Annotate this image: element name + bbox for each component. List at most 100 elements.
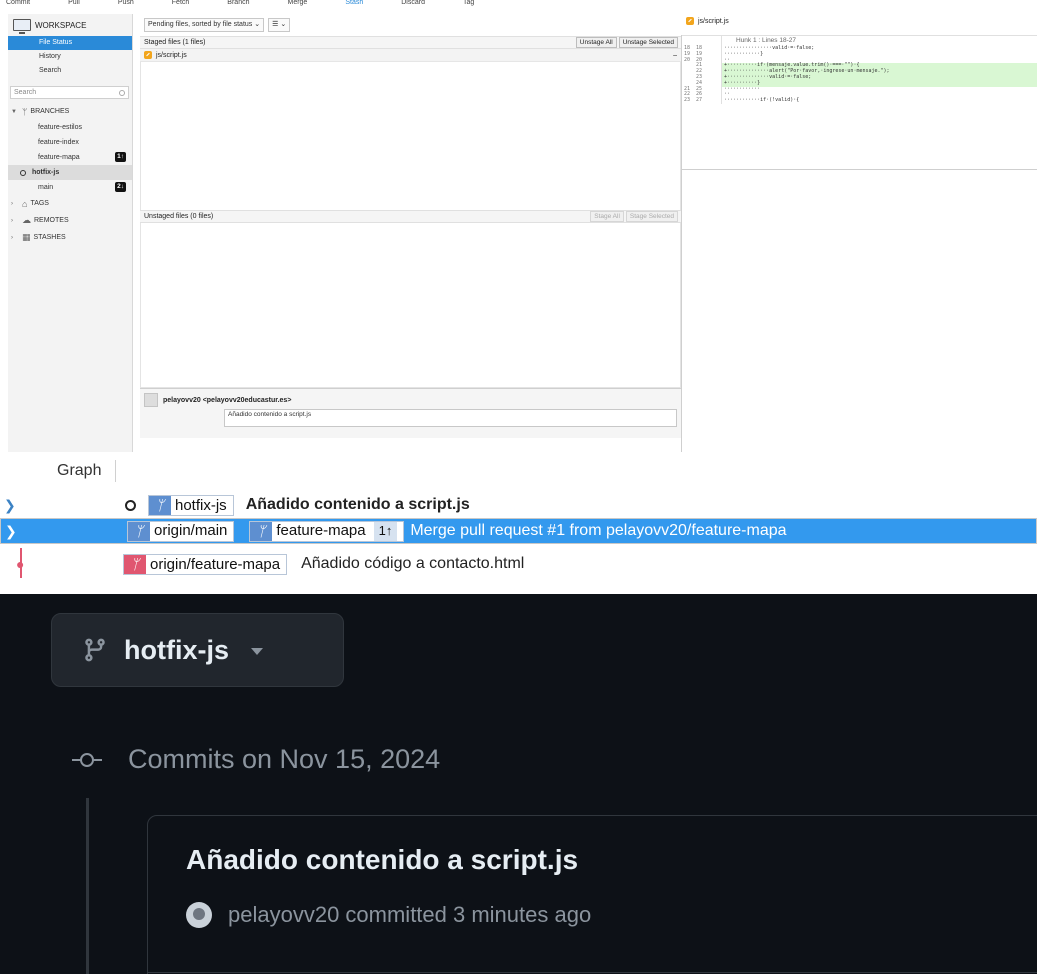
gutter [706, 98, 722, 104]
stage-all-button[interactable]: Stage All [590, 211, 624, 222]
unstaged-list[interactable] [140, 223, 681, 388]
staged-title: Staged files (1 files) [144, 39, 206, 46]
chevron-right-icon: › [11, 200, 13, 207]
github-commits-page: hotfix-js Commits on Nov 15, 2024 Añadid… [0, 594, 1037, 974]
branch-name: hotfix-js [124, 634, 229, 665]
graph-edge [20, 548, 22, 578]
sidebar-item-history[interactable]: History [8, 50, 132, 64]
ref-name: origin/feature-mapa [150, 555, 281, 573]
commit-message-input[interactable]: Añadido contenido a script.js [224, 409, 677, 427]
stashes-label: STASHES [33, 234, 66, 241]
branch-selector-button[interactable]: hotfix-js [51, 613, 344, 687]
new-line-number: 27 [696, 97, 703, 104]
toolbar-pull[interactable]: Pull [68, 0, 80, 10]
toolbar-commit[interactable]: Commit [6, 0, 30, 10]
branch-icon: ᛘ [124, 554, 146, 574]
collapse-button[interactable]: – [673, 52, 677, 59]
branch-item-hotfix-js[interactable]: hotfix-js [8, 165, 132, 180]
unstage-all-button[interactable]: Unstage All [575, 37, 617, 48]
staged-file-row[interactable]: js/script.js – [140, 49, 681, 62]
divider [148, 972, 1037, 973]
commit-meta-text: pelayovv20 committed 3 minutes ago [228, 902, 592, 927]
commit-author: pelayovv20 <pelayovv20educastur.es> [144, 393, 677, 407]
stage-selected-button[interactable]: Stage Selected [625, 211, 678, 222]
stashes-group[interactable]: › ▦ STASHES [8, 229, 132, 246]
toolbar: Commit Pull Push Fetch Branch Merge Stas… [0, 0, 1037, 10]
branches-group[interactable]: ▼ ᛘ BRANCHES [8, 103, 132, 120]
sidebar-item-file-status[interactable]: File Status [8, 36, 132, 50]
commits-date-header: Commits on Nov 15, 2024 [72, 744, 440, 775]
old-line-number: 23 [684, 97, 691, 104]
branch-name: feature-index [38, 139, 79, 146]
branch-item-feature-index[interactable]: feature-index [8, 135, 132, 150]
sidebar-item-search[interactable]: Search [8, 64, 132, 78]
unstaged-title: Unstaged files (0 files) [144, 213, 214, 220]
toolbar-tag[interactable]: Tag [463, 0, 474, 10]
cloud-icon: ☁ [22, 215, 31, 225]
staged-file-name: js/script.js [156, 51, 187, 59]
diff-line-context[interactable]: 23 27 ············if·(!valid)·{ [682, 97, 1037, 104]
remotes-group[interactable]: › ☁ REMOTES [8, 212, 132, 229]
branch-item-feature-estilos[interactable]: feature-estilos [8, 120, 132, 135]
unstage-selected-button[interactable]: Unstage Selected [618, 37, 678, 48]
view-mode-select[interactable]: ☰ ⌄ [268, 18, 291, 32]
toolbar-push[interactable]: Push [118, 0, 134, 10]
ahead-badge: 1↑ [115, 152, 126, 162]
avatar [144, 393, 158, 407]
toolbar-discard[interactable]: Discard [401, 0, 425, 10]
commits-date: Commits on Nov 15, 2024 [128, 744, 441, 774]
toolbar-stash[interactable]: Stash [345, 0, 363, 10]
staged-header: Staged files (1 files) Unstage All Unsta… [140, 36, 681, 49]
staged-list[interactable] [140, 62, 681, 210]
sidebar-search-input[interactable]: Search [10, 86, 129, 99]
diff-panel: js/script.js Hunk 1 : Lines 18-27 18 18 ··… [681, 17, 1037, 452]
ref-badge-feature-mapa[interactable]: ᛘ feature-mapa 1↑ [249, 520, 405, 542]
commit-message: Añadido contenido a script.js [245, 496, 470, 513]
file-filter-select[interactable]: Pending files, sorted by file status ⌄ [144, 18, 265, 32]
graph-row-1[interactable]: ❯ ᛘ hotfix-js Añadido contenido a script… [0, 492, 1037, 518]
workspace-header: WORKSPACE [8, 14, 132, 36]
sourcetree-window: Commit Pull Push Fetch Branch Merge Stas… [0, 0, 1037, 452]
behind-badge: 2↓ [115, 182, 126, 192]
remotes-label: REMOTES [34, 217, 69, 224]
graph-node-icon: ❯ [5, 523, 17, 539]
graph-column-header[interactable]: Graph [57, 462, 101, 480]
graph-row-3[interactable]: ● ᛘ origin/feature-mapa Añadido código a… [0, 551, 1037, 577]
git-branch-icon [85, 638, 105, 662]
toolbar-branch[interactable]: Branch [227, 0, 249, 10]
timeline-line [86, 798, 89, 974]
divider [682, 169, 1037, 170]
head-icon [125, 499, 136, 511]
toolbar-fetch[interactable]: Fetch [172, 0, 190, 10]
sidebar-search-placeholder: Search [14, 89, 37, 96]
graph-row-2[interactable]: ❯ ᛘ origin/main ᛘ feature-mapa 1↑ Merge … [0, 518, 1037, 544]
modified-file-icon [686, 17, 694, 25]
ref-badge-origin-feature-mapa[interactable]: ᛘ origin/feature-mapa [123, 553, 288, 575]
branch-name: feature-mapa [38, 154, 80, 161]
branch-name: main [38, 184, 54, 191]
ref-badge-hotfix-js[interactable]: ᛘ hotfix-js [148, 494, 234, 516]
ref-badge-origin-main[interactable]: ᛘ origin/main [127, 520, 235, 542]
branch-name: feature-estilos [38, 124, 82, 131]
ref-name: origin/main [154, 522, 228, 539]
file-status-panel: Pending files, sorted by file status ⌄ ☰… [140, 14, 681, 452]
branch-item-feature-mapa[interactable]: feature-mapa 1↑ [8, 150, 132, 165]
commit-message: Añadido código a contacto.html [301, 555, 525, 572]
search-icon [119, 89, 125, 96]
branches-label: BRANCHES [30, 108, 70, 115]
toolbar-merge[interactable]: Merge [287, 0, 307, 10]
avatar[interactable] [186, 902, 212, 928]
divider [115, 460, 116, 482]
current-branch-icon [20, 169, 26, 176]
sidebar: WORKSPACE File Status History Search Sea… [8, 14, 133, 452]
monitor-icon [13, 19, 31, 34]
diff-hunk[interactable]: Hunk 1 : Lines 18-27 18 18 ···············… [682, 35, 1037, 104]
commit-title-link[interactable]: Añadido contenido a script.js [186, 844, 578, 876]
branch-item-main[interactable]: main 2↓ [8, 180, 132, 195]
workspace-label: WORKSPACE [35, 20, 87, 30]
graph-panel: Graph ❯ ᛘ hotfix-js Añadido contenido a … [0, 454, 1037, 594]
branch-icon: ᛘ [22, 106, 28, 117]
branch-name: hotfix-js [32, 169, 60, 176]
tags-group[interactable]: › ⌂ TAGS [8, 195, 132, 212]
diff-lines: 18 18 ················valid·=·false; 19 19 ··… [682, 45, 1037, 104]
